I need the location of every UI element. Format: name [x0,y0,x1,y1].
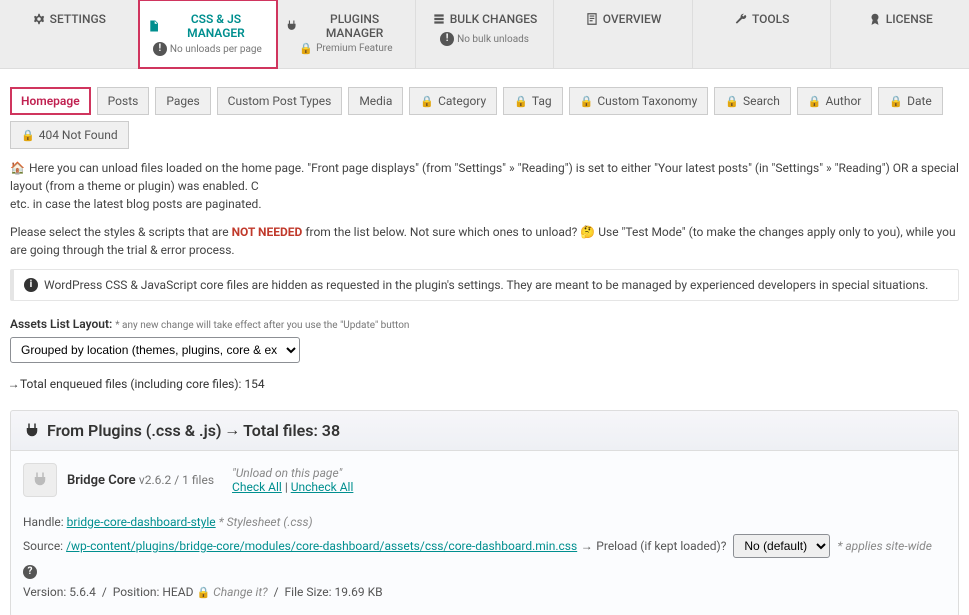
subtab-media[interactable]: Media [348,87,403,115]
nav-overview[interactable]: OVERVIEW [554,0,693,68]
lock-icon: 🔒 [420,95,434,108]
plugin-row: Bridge Core v2.6.2 / 1 files "Unload on … [23,463,946,497]
badge-icon [868,12,882,26]
preload-select[interactable]: No (default) [733,534,830,558]
nav-bulk-sub: No bulk unloads [457,34,529,45]
unload-controls: "Unload on this page" Check All | Unchec… [232,466,353,494]
lock-icon: 🔒 [299,42,313,55]
nav-bulk-label: BULK CHANGES [450,12,538,26]
subtab-date[interactable]: 🔒Date [878,87,942,115]
not-needed-label: NOT NEEDED [232,225,303,239]
subtab-category[interactable]: 🔒Category [409,87,497,115]
intro-text: 🏠Here you can unload files loaded on the… [10,159,959,213]
wrench-icon [734,12,748,26]
plugins-section-body: Bridge Core v2.6.2 / 1 files "Unload on … [10,451,959,615]
source-label: Source: [23,539,63,553]
nav-plugins-label: PLUGINS MANAGER [302,12,406,40]
subtab-custom-taxonomy[interactable]: 🔒Custom Taxonomy [569,87,709,115]
section-title: From Plugins (.css & .js) [47,421,222,440]
lock-icon: 🔒 [196,586,210,599]
applies-text: * applies site-wide [837,539,932,553]
thinking-emoji: 🤔 [580,225,595,239]
nav-tools-label: TOOLS [752,12,789,26]
source-link[interactable]: /wp-content/plugins/bridge-core/modules/… [66,539,577,553]
info-icon: ! [440,32,454,46]
lock-icon: 🔒 [889,95,903,108]
nav-bulk-changes[interactable]: BULK CHANGES !No bulk unloads [416,0,555,68]
plugins-section-header[interactable]: From Plugins (.css & .js) → Total files:… [10,410,959,451]
intro-text-2: Please select the styles & scripts that … [10,223,959,259]
plug-icon [285,19,298,33]
nav-overview-label: OVERVIEW [603,12,662,26]
layout-select[interactable]: Grouped by location (themes, plugins, co… [10,337,300,363]
uncheck-all-link[interactable]: Uncheck All [291,480,354,494]
preload-label: Preload (if kept loaded)? [596,539,726,553]
check-all-link[interactable]: Check All [232,480,282,494]
plugin-icon [23,463,57,497]
handle-label: Handle: [23,515,64,529]
subtab-tag[interactable]: 🔒Tag [503,87,562,115]
home-icon: 🏠 [10,161,25,175]
plug-icon [23,422,41,440]
plugin-name: Bridge Core v2.6.2 / 1 files [67,473,214,488]
page-icon [585,12,599,26]
subtab-search[interactable]: 🔒Search [714,87,791,115]
subtab-custom-post-types[interactable]: Custom Post Types [217,87,343,115]
lock-icon: 🔒 [725,95,739,108]
info-icon: ! [153,42,167,56]
layout-hint: * any new change will take effect after … [115,320,409,331]
nav-settings-label: SETTINGS [50,12,106,26]
notice-text: WordPress CSS & JavaScript core files ar… [44,278,928,292]
info-icon: i [24,278,38,292]
nav-license[interactable]: LICENSE [831,0,969,68]
unload-heading: "Unload on this page" [232,466,353,480]
nav-settings[interactable]: SETTINGS [0,0,139,68]
nav-plugins-manager[interactable]: PLUGINS MANAGER 🔒Premium Feature [277,0,416,68]
lock-icon: 🔒 [21,129,35,142]
gear-icon [32,12,46,26]
subtab-pages[interactable]: Pages [155,87,210,115]
nav-cssjs-label: CSS & JS MANAGER [164,12,268,40]
doc-icon [147,19,160,33]
lock-icon: 🔒 [514,95,528,108]
section-total: Total files: 38 [243,421,340,440]
asset-type: * Stylesheet (.css) [219,515,313,529]
nav-cssjs-manager[interactable]: CSS & JS MANAGER !No unloads per page [139,0,278,68]
filesize-value: 19.69 KB [335,585,383,599]
version-label: Version: [23,585,66,599]
core-files-notice: i WordPress CSS & JavaScript core files … [10,269,959,301]
asset-details: Handle: bridge-core-dashboard-style * St… [23,511,946,604]
position-value: HEAD [162,585,193,599]
subtab-404[interactable]: 🔒404 Not Found [10,121,129,149]
nav-license-label: LICENSE [886,12,933,26]
subtab-homepage[interactable]: Homepage [10,87,91,115]
subtab-posts[interactable]: Posts [97,87,150,115]
total-enqueued: → Total enqueued files (including core f… [10,377,959,392]
position-label: Position: [113,585,160,599]
filesize-label: File Size: [285,585,332,599]
version-value: 5.6.4 [69,585,96,599]
nav-cssjs-sub: No unloads per page [170,44,262,55]
lock-icon: 🔒 [808,95,822,108]
layout-label: Assets List Layout: [10,317,112,331]
change-it-link[interactable]: Change it? [213,585,268,599]
nav-plugins-sub: Premium Feature [316,43,392,54]
stack-icon [432,12,446,26]
subtabs: Homepage Posts Pages Custom Post Types M… [0,69,969,159]
handle-link[interactable]: bridge-core-dashboard-style [67,515,216,529]
nav-tools[interactable]: TOOLS [693,0,832,68]
subtab-author[interactable]: 🔒Author [797,87,873,115]
help-icon[interactable]: ? [23,565,37,579]
layout-label-row: Assets List Layout: * any new change wil… [10,317,959,331]
top-nav: SETTINGS CSS & JS MANAGER !No unloads pe… [0,0,969,69]
lock-icon: 🔒 [580,95,594,108]
